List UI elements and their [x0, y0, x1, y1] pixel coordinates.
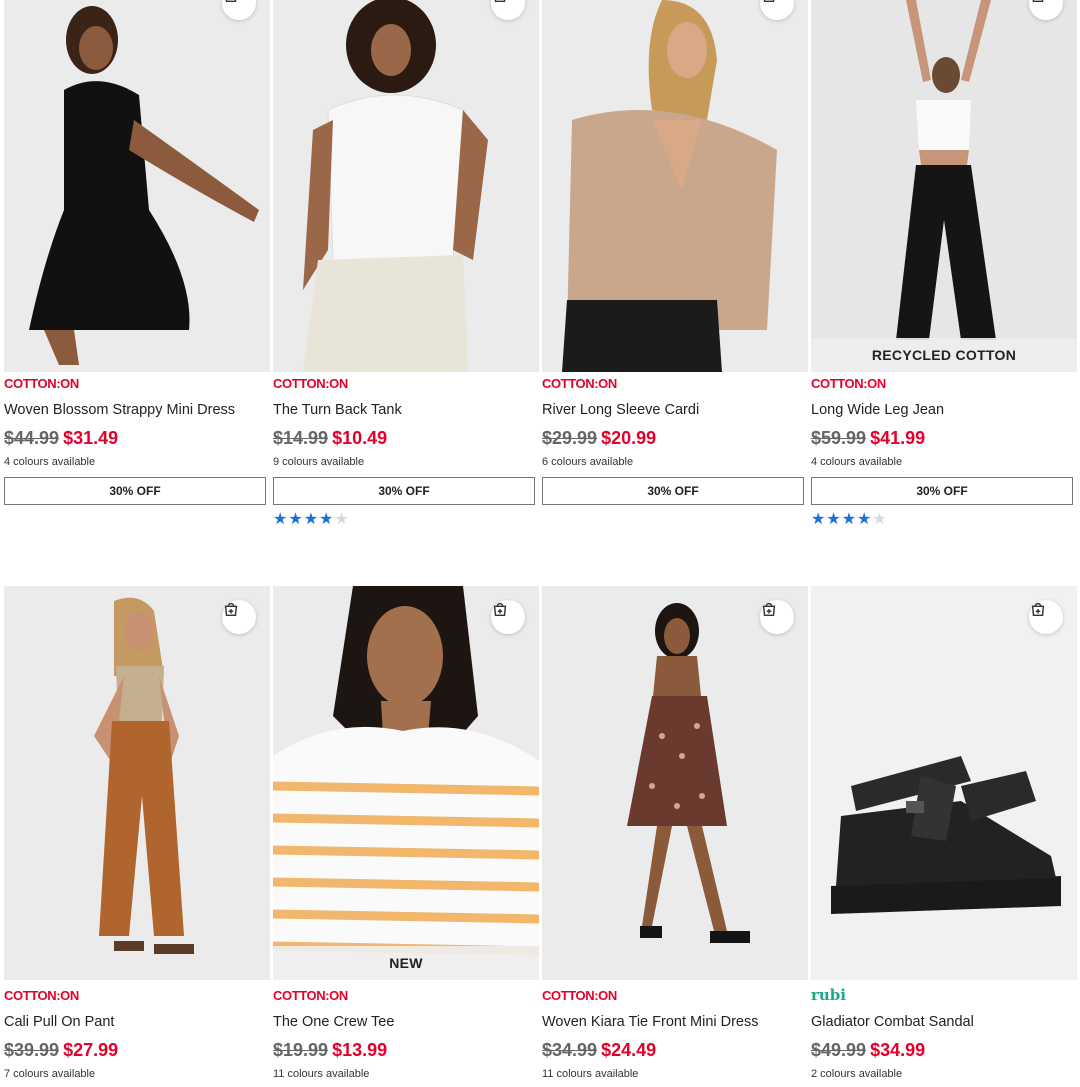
product-grid: COTTON:ON Woven Blossom Strappy Mini Dre…	[0, 0, 1080, 1087]
colours-available: 11 colours available	[542, 1068, 639, 1080]
brand-label: rubi	[811, 986, 846, 1004]
product-card[interactable]: COTTON:ON Woven Blossom Strappy Mini Dre…	[4, 0, 270, 540]
sale-price: $41.99	[870, 428, 926, 448]
colours-available: 2 colours available	[811, 1068, 903, 1080]
product-name[interactable]: Cali Pull On Pant	[4, 1014, 114, 1030]
add-to-bag-button[interactable]	[491, 600, 525, 634]
bag-plus-icon	[493, 602, 507, 617]
star-icon: ★	[334, 511, 349, 528]
bag-plus-icon	[762, 602, 776, 617]
bag-plus-icon	[763, 0, 775, 3]
product-tag: RECYCLED COTTON	[811, 338, 1077, 372]
product-card[interactable]: RECYCLED COTTON COTTON:ON Long Wide Leg …	[811, 0, 1077, 540]
colours-available: 6 colours available	[542, 456, 634, 468]
offer-badge: 30% OFF	[4, 477, 266, 505]
product-card[interactable]: COTTON:ON Cali Pull On Pant $39.99 $27.99…	[4, 586, 270, 1086]
price: $29.99 $20.99	[542, 428, 656, 449]
colours-available: 9 colours available	[273, 456, 365, 468]
bag-plus-icon	[224, 602, 238, 617]
price: $49.99 $34.99	[811, 1040, 925, 1061]
brand-label: COTTON:ON	[811, 376, 886, 391]
sale-price: $10.49	[332, 428, 388, 448]
brand-label: COTTON:ON	[4, 376, 79, 391]
bag-plus-icon	[494, 0, 506, 3]
star-icon: ★	[841, 511, 857, 528]
product-card[interactable]: COTTON:ON The Turn Back Tank $14.99 $10.4…	[273, 0, 539, 540]
sale-price: $31.49	[63, 428, 119, 448]
product-name[interactable]: Long Wide Leg Jean	[811, 402, 944, 418]
star-icon: ★	[857, 511, 872, 528]
brand-label: COTTON:ON	[542, 376, 617, 391]
product-name[interactable]: Woven Blossom Strappy Mini Dress	[4, 402, 235, 418]
original-price: $14.99	[273, 428, 329, 448]
star-icon: ★	[288, 511, 303, 528]
product-image[interactable]	[811, 586, 1077, 980]
original-price: $59.99	[811, 428, 867, 448]
sale-price: $20.99	[601, 428, 657, 448]
price: $19.99 $13.99	[273, 1040, 387, 1061]
offer-badge: 30% OFF	[273, 477, 535, 505]
brand-label: COTTON:ON	[4, 988, 79, 1003]
offer-badge: 30% OFF	[811, 477, 1073, 505]
original-price: $49.99	[811, 1040, 867, 1060]
original-price: $29.99	[542, 428, 598, 448]
product-name[interactable]: Gladiator Combat Sandal	[811, 1014, 974, 1030]
add-to-bag-button[interactable]	[222, 600, 256, 634]
original-price: $39.99	[4, 1040, 60, 1060]
product-image[interactable]: RECYCLED COTTON	[811, 0, 1077, 372]
star-rating: ★ ★ ★ ★ ★	[273, 512, 349, 528]
original-price: $34.99	[542, 1040, 598, 1060]
star-rating: ★ ★ ★ ★ ★	[811, 512, 887, 528]
star-icon: ★	[303, 511, 319, 528]
add-to-bag-button[interactable]	[760, 600, 794, 634]
brand-label: COTTON:ON	[273, 988, 348, 1003]
product-tag: NEW	[273, 946, 539, 980]
colours-available: 7 colours available	[4, 1068, 96, 1080]
sale-price: $27.99	[63, 1040, 119, 1060]
bag-plus-icon	[1031, 602, 1045, 617]
price: $44.99 $31.49	[4, 428, 118, 449]
product-name[interactable]: The Turn Back Tank	[273, 402, 402, 418]
original-price: $19.99	[273, 1040, 329, 1060]
sale-price: $34.99	[870, 1040, 926, 1060]
product-name[interactable]: The One Crew Tee	[273, 1014, 394, 1030]
star-icon: ★	[273, 511, 288, 528]
star-icon: ★	[319, 511, 334, 528]
brand-label: COTTON:ON	[542, 988, 617, 1003]
offer-badge: 30% OFF	[542, 477, 804, 505]
product-name[interactable]: Woven Kiara Tie Front Mini Dress	[542, 1014, 759, 1030]
star-icon: ★	[811, 511, 826, 528]
product-image[interactable]: NEW	[273, 586, 539, 980]
product-card[interactable]: COTTON:ON Woven Kiara Tie Front Mini Dre…	[542, 586, 808, 1086]
sale-price: $24.49	[601, 1040, 657, 1060]
colours-available: 4 colours available	[4, 456, 96, 468]
colours-available: 11 colours available	[273, 1068, 370, 1080]
star-icon: ★	[826, 511, 841, 528]
price: $34.99 $24.49	[542, 1040, 656, 1061]
sale-price: $13.99	[332, 1040, 388, 1060]
product-card[interactable]: COTTON:ON River Long Sleeve Cardi $29.99…	[542, 0, 808, 540]
original-price: $44.99	[4, 428, 60, 448]
product-card[interactable]: rubi Gladiator Combat Sandal $49.99 $34.9…	[811, 586, 1077, 1086]
price: $14.99 $10.49	[273, 428, 387, 449]
product-name[interactable]: River Long Sleeve Cardi	[542, 402, 699, 418]
star-icon: ★	[872, 511, 887, 528]
price: $59.99 $41.99	[811, 428, 925, 449]
product-image[interactable]	[273, 0, 539, 372]
product-image[interactable]	[542, 586, 808, 980]
brand-label: COTTON:ON	[273, 376, 348, 391]
colours-available: 4 colours available	[811, 456, 903, 468]
product-image[interactable]	[4, 586, 270, 980]
price: $39.99 $27.99	[4, 1040, 118, 1061]
product-image[interactable]	[542, 0, 808, 372]
product-card[interactable]: NEW COTTON:ON The One Crew Tee $19.99 $13…	[273, 586, 539, 1086]
bag-plus-icon	[1032, 0, 1044, 3]
bag-plus-icon	[225, 0, 237, 3]
add-to-bag-button[interactable]	[1029, 600, 1063, 634]
product-image[interactable]	[4, 0, 270, 372]
